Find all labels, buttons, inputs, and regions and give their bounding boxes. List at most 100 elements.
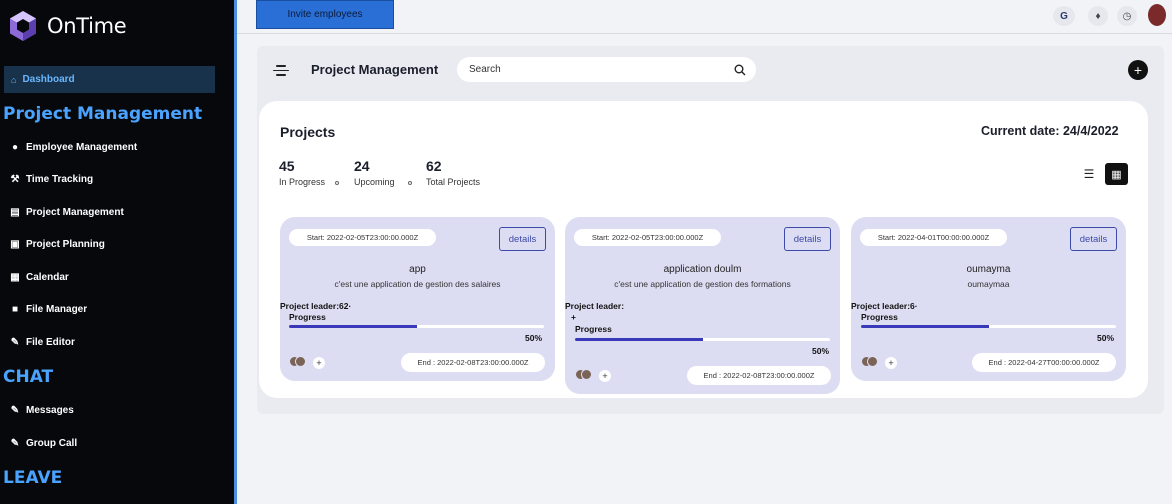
add-member-button[interactable]: + xyxy=(885,357,897,369)
page-title: Project Management xyxy=(311,62,439,77)
search-placeholder: Search xyxy=(469,64,501,75)
start-date-badge: Start: 2022-02-05T23:00:00.000Z xyxy=(289,229,436,246)
sidebar-item-label: Time Tracking xyxy=(26,174,94,185)
progress-bar xyxy=(861,325,1116,328)
stat-in-progress: 45 In Progress xyxy=(279,158,325,187)
progress-label: Progress xyxy=(575,324,612,334)
section-project-management[interactable]: Project Management xyxy=(3,104,202,124)
edit-icon: ✎ xyxy=(10,337,20,348)
add-leader-icon[interactable]: + xyxy=(571,312,576,322)
stat-label: Upcoming xyxy=(354,177,395,187)
sidebar-item-label: Calendar xyxy=(26,272,69,283)
progress-bar xyxy=(289,325,544,328)
add-member-button[interactable]: + xyxy=(599,370,611,382)
section-chat[interactable]: CHAT xyxy=(3,367,53,387)
project-name: application doulm xyxy=(663,264,742,275)
sidebar-item-employee-management[interactable]: ● Employee Management xyxy=(9,142,137,153)
details-button[interactable]: details xyxy=(1070,227,1117,251)
sidebar-item-label: Project Management xyxy=(26,207,124,218)
section-leave[interactable]: LEAVE xyxy=(3,468,62,488)
sidebar-item-label: Project Planning xyxy=(26,239,105,250)
calendar-icon: ▦ xyxy=(10,272,20,283)
current-date: Current date: 24/4/2022 xyxy=(981,124,1119,138)
sidebar-item-time-tracking[interactable]: ⚒ Time Tracking xyxy=(9,174,94,185)
stat-value: 45 xyxy=(279,158,295,174)
progress-fill xyxy=(575,338,703,341)
message-icon: ✎ xyxy=(10,405,20,416)
search-input[interactable]: Search xyxy=(457,57,756,82)
logo[interactable]: OnTime xyxy=(8,10,127,42)
avatar[interactable] xyxy=(1148,4,1166,26)
stat-label: Total Projects xyxy=(426,177,481,187)
home-icon: ⌂ xyxy=(11,74,17,85)
sidebar-item-project-management[interactable]: ▤ Project Management xyxy=(9,207,124,218)
project-card: Start: 2022-02-05T23:00:00.000Z details … xyxy=(565,217,840,394)
team-avatars xyxy=(575,369,593,381)
logo-icon xyxy=(10,11,36,41)
invite-employees-button[interactable]: Invite employees xyxy=(256,0,394,29)
projects-title: Projects xyxy=(280,124,336,140)
progress-bar xyxy=(575,338,830,341)
dot-separator xyxy=(335,181,339,185)
add-member-button[interactable]: + xyxy=(313,357,325,369)
search-icon xyxy=(734,64,746,75)
sidebar-item-file-manager[interactable]: ■ File Manager xyxy=(9,304,87,315)
project-name: app xyxy=(409,264,426,275)
sidebar-item-group-call[interactable]: ✎ Group Call xyxy=(9,438,77,449)
sidebar-item-label: Employee Management xyxy=(26,142,138,153)
box-icon: ▣ xyxy=(10,239,20,250)
wrench-icon: ⚒ xyxy=(10,174,20,185)
clock-icon[interactable]: ◷ xyxy=(1117,6,1137,26)
sidebar-item-label: Dashboard xyxy=(22,74,75,85)
grid-view-icon[interactable]: ▦ xyxy=(1105,163,1128,185)
project-description: oumaymaa xyxy=(967,279,1010,289)
progress-percent: 50% xyxy=(525,333,543,343)
google-icon[interactable]: G xyxy=(1053,6,1075,26)
progress-label: Progress xyxy=(861,312,898,322)
sidebar: OnTime ⌂ Dashboard Project Management ● … xyxy=(0,0,234,504)
call-icon: ✎ xyxy=(10,438,20,449)
sidebar-item-messages[interactable]: ✎ Messages xyxy=(9,405,74,416)
list-view-icon[interactable]: ☰ xyxy=(1080,165,1098,183)
sidebar-item-label: File Editor xyxy=(26,337,75,348)
progress-percent: 50% xyxy=(1097,333,1115,343)
start-date-badge: Start: 2022-04-01T00:00:00.000Z xyxy=(860,229,1007,246)
sidebar-item-label: Messages xyxy=(26,405,74,416)
project-card: Start: 2022-04-01T00:00:00.000Z details … xyxy=(851,217,1126,381)
project-leader: Project leader: xyxy=(565,301,625,311)
sidebar-item-calendar[interactable]: ▦ Calendar xyxy=(9,272,69,283)
sidebar-item-dashboard[interactable]: ⌂ Dashboard xyxy=(4,66,215,93)
project-leader: Project leader:6· xyxy=(851,301,918,311)
stat-value: 62 xyxy=(426,158,442,174)
sidebar-item-project-planning[interactable]: ▣ Project Planning xyxy=(9,239,105,250)
end-date-badge: End : 2022-02-08T23:00:00.000Z xyxy=(401,353,545,372)
progress-fill xyxy=(861,325,989,328)
project-leader: Project leader:62· xyxy=(280,301,352,311)
progress-label: Progress xyxy=(289,312,326,322)
dot-separator xyxy=(408,181,412,185)
sidebar-item-label: File Manager xyxy=(26,304,88,315)
sidebar-item-label: Group Call xyxy=(26,438,78,449)
sidebar-item-file-editor[interactable]: ✎ File Editor xyxy=(9,337,75,348)
user-icon: ● xyxy=(11,142,19,153)
project-name: oumayma xyxy=(966,264,1011,275)
team-avatars xyxy=(861,356,879,368)
folder-icon: ■ xyxy=(11,304,19,315)
menu-icon[interactable] xyxy=(273,62,289,76)
end-date-badge: End : 2022-02-08T23:00:00.000Z xyxy=(687,366,831,385)
sidebar-divider xyxy=(234,0,237,504)
project-description: c'est une application de gestion des sal… xyxy=(334,279,501,289)
topbar-divider xyxy=(237,33,1172,34)
stat-total-projects: 62 Total Projects xyxy=(426,158,480,187)
progress-fill xyxy=(289,325,417,328)
details-button[interactable]: details xyxy=(784,227,831,251)
project-description: c'est une application de gestion des for… xyxy=(614,279,791,289)
project-card: Start: 2022-02-05T23:00:00.000Z details … xyxy=(280,217,555,381)
stat-label: In Progress xyxy=(279,177,326,187)
add-project-button[interactable]: + xyxy=(1128,60,1148,80)
bell-icon[interactable]: ♦ xyxy=(1088,6,1108,26)
start-date-badge: Start: 2022-02-05T23:00:00.000Z xyxy=(574,229,721,246)
team-avatars xyxy=(289,356,307,368)
details-button[interactable]: details xyxy=(499,227,546,251)
stat-upcoming: 24 Upcoming xyxy=(354,158,395,187)
